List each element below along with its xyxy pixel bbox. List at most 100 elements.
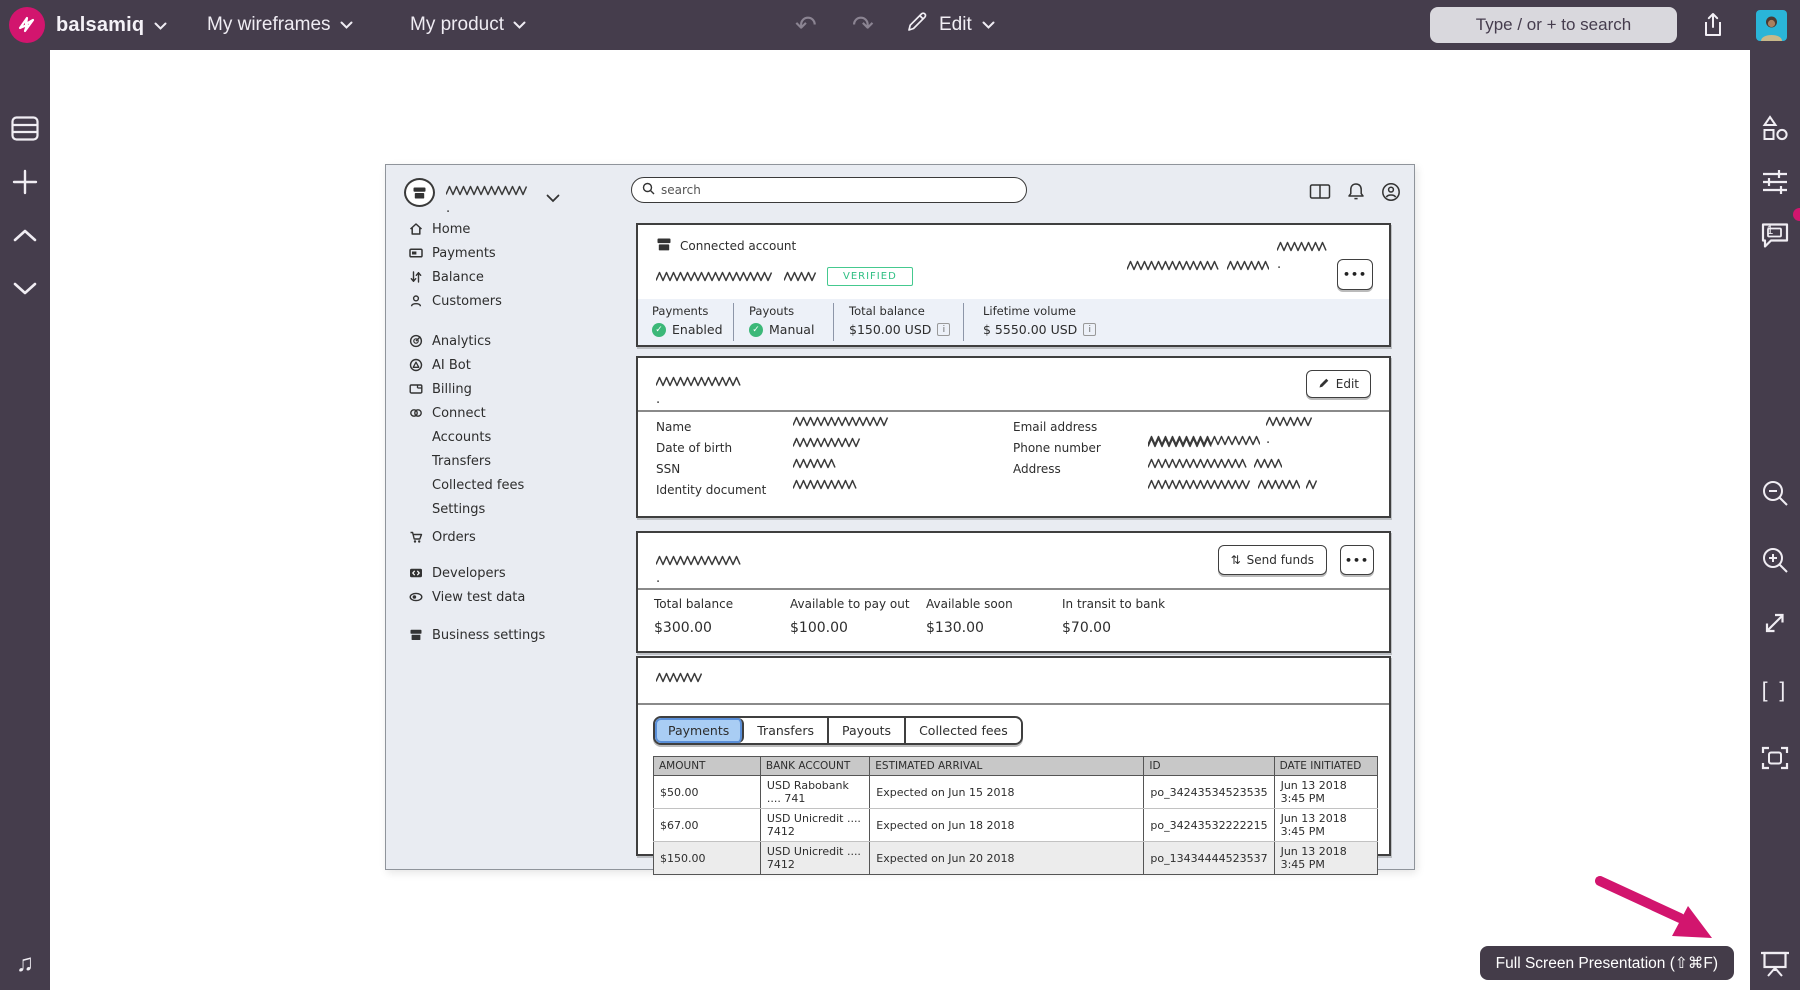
home-icon bbox=[408, 222, 423, 236]
check-icon: ✓ bbox=[652, 322, 666, 337]
more-options-button[interactable]: ••• bbox=[1337, 259, 1373, 290]
wf-nav-home[interactable]: Home bbox=[408, 217, 620, 241]
wf-nav-developers[interactable]: Developers bbox=[408, 561, 620, 585]
code-icon bbox=[408, 566, 423, 580]
share-button[interactable] bbox=[1700, 11, 1726, 44]
search-icon bbox=[642, 182, 655, 198]
presentation-mode-button[interactable] bbox=[1750, 944, 1800, 984]
actual-size-button[interactable]: [ ] bbox=[1750, 671, 1800, 711]
quick-search-input[interactable]: Type / or + to search bbox=[1430, 7, 1677, 43]
placeholder-squiggle bbox=[656, 376, 741, 407]
wf-brand-placeholder bbox=[446, 185, 528, 216]
up-down-arrows-icon: ⇅ bbox=[1230, 553, 1241, 567]
analytics-icon bbox=[408, 334, 423, 348]
wf-nav-analytics[interactable]: Analytics bbox=[408, 329, 620, 353]
wf-tab-collected-fees[interactable]: Collected fees bbox=[906, 718, 1021, 743]
card-icon bbox=[408, 246, 423, 260]
table-header-row: AMOUNT BANK ACCOUNT ESTIMATED ARRIVAL ID… bbox=[653, 756, 1379, 776]
menu-my-product[interactable]: My product bbox=[410, 0, 526, 50]
comment-count-badge: 1 bbox=[1766, 223, 1774, 237]
edit-mode-menu[interactable]: Edit bbox=[905, 0, 995, 50]
wf-tab-bar: Payments Transfers Payouts Collected fee… bbox=[653, 716, 1023, 745]
placeholder-squiggles bbox=[1127, 241, 1327, 272]
redo-button[interactable]: ↷ bbox=[852, 12, 874, 38]
menu-my-wireframes[interactable]: My wireframes bbox=[207, 0, 353, 50]
placeholder-squiggle bbox=[1258, 479, 1300, 491]
zoom-out-button[interactable] bbox=[1750, 473, 1800, 513]
wf-nav-collected-fees[interactable]: Collected fees bbox=[408, 473, 620, 497]
bell-icon[interactable] bbox=[1345, 181, 1367, 207]
wf-nav-billing[interactable]: Billing bbox=[408, 377, 620, 401]
wf-payouts-table: AMOUNT BANK ACCOUNT ESTIMATED ARRIVAL ID… bbox=[653, 756, 1379, 875]
wf-edit-button[interactable]: Edit bbox=[1305, 370, 1371, 398]
user-avatar[interactable] bbox=[1756, 10, 1787, 41]
wf-sidebar-nav: Home Payments Balance Customers Analytic… bbox=[408, 217, 620, 647]
placeholder-squiggle bbox=[784, 271, 817, 283]
wireframe-mockup[interactable]: search Home Payments bbox=[385, 164, 1415, 875]
table-row[interactable]: $50.00 USD Rabobank .... 741 Expected on… bbox=[653, 775, 1379, 809]
undo-icon: ↶ bbox=[795, 10, 817, 40]
wf-nav-view-test-data[interactable]: View test data bbox=[408, 585, 620, 609]
annotation-arrow bbox=[1595, 876, 1712, 938]
billing-icon bbox=[408, 382, 423, 396]
wf-tab-payouts[interactable]: Payouts bbox=[829, 718, 907, 743]
music-icon[interactable]: ♫ bbox=[0, 944, 50, 984]
right-toolbar: 1 [ ] bbox=[1750, 50, 1800, 990]
pencil-icon bbox=[1318, 377, 1330, 392]
more-options-button[interactable]: ••• bbox=[1340, 545, 1374, 575]
wf-nav-connect[interactable]: Connect bbox=[408, 401, 620, 425]
ai-bot-icon bbox=[408, 358, 423, 372]
link-icon bbox=[408, 406, 423, 420]
chevron-down-icon bbox=[340, 14, 353, 36]
placeholder-squiggle bbox=[793, 458, 837, 470]
wf-app-logo-icon bbox=[404, 178, 435, 207]
wf-nav-accounts[interactable]: Accounts bbox=[408, 425, 620, 449]
properties-panel-button[interactable] bbox=[1750, 162, 1800, 202]
zoom-in-button[interactable] bbox=[1750, 540, 1800, 580]
add-page-button[interactable] bbox=[0, 162, 50, 202]
wf-send-funds-button[interactable]: ⇅ Send funds bbox=[1217, 545, 1327, 575]
undo-button[interactable]: ↶ bbox=[795, 12, 817, 38]
comments-panel-button[interactable]: 1 bbox=[1750, 208, 1800, 255]
wf-nav-business-settings[interactable]: Business settings bbox=[408, 623, 620, 647]
wf-tab-transfers[interactable]: Transfers bbox=[744, 718, 830, 743]
balsamiq-logo-icon[interactable] bbox=[9, 7, 45, 43]
brand-menu[interactable]: balsamiq bbox=[56, 0, 167, 50]
account-icon[interactable] bbox=[1380, 181, 1402, 207]
wf-verified-badge: VERIFIED bbox=[827, 267, 913, 286]
wf-nav-transfers[interactable]: Transfers bbox=[408, 449, 620, 473]
chevron-down-icon bbox=[154, 14, 167, 37]
wf-nav-orders[interactable]: Orders bbox=[408, 525, 620, 549]
placeholder-squiggle bbox=[656, 672, 702, 684]
person-icon bbox=[408, 294, 423, 308]
left-toolbar: ♫ bbox=[0, 50, 50, 990]
previous-page-button[interactable] bbox=[0, 215, 50, 255]
docs-book-icon[interactable] bbox=[1308, 181, 1332, 207]
ui-library-button[interactable] bbox=[1750, 108, 1800, 148]
brand-label: balsamiq bbox=[56, 13, 145, 36]
placeholder-squiggle bbox=[793, 437, 861, 449]
info-icon[interactable]: i bbox=[937, 323, 951, 336]
placeholder-squiggle bbox=[446, 185, 528, 216]
next-page-button[interactable] bbox=[0, 268, 50, 308]
wf-nav-balance[interactable]: Balance bbox=[408, 265, 620, 289]
wf-nav-settings[interactable]: Settings bbox=[408, 497, 620, 521]
wf-tab-payments[interactable]: Payments bbox=[655, 718, 745, 743]
divider bbox=[638, 703, 1389, 705]
box-icon bbox=[656, 237, 672, 255]
wf-nav-payments[interactable]: Payments bbox=[408, 241, 620, 265]
check-icon: ✓ bbox=[749, 322, 763, 337]
info-icon[interactable]: i bbox=[1083, 323, 1097, 336]
table-row[interactable]: $67.00 USD Unicredit .... 7412 Expected … bbox=[653, 808, 1379, 842]
pages-panel-button[interactable] bbox=[0, 108, 50, 148]
wf-nav-customers[interactable]: Customers bbox=[408, 289, 620, 313]
notification-dot bbox=[1793, 208, 1800, 221]
table-row[interactable]: $150.00 USD Unicredit .... 7412 Expected… bbox=[653, 841, 1379, 875]
zoom-to-fit-button[interactable] bbox=[1750, 603, 1800, 643]
cart-icon bbox=[408, 530, 423, 544]
focus-frame-button[interactable] bbox=[1750, 738, 1800, 778]
placeholder-squiggle bbox=[656, 555, 741, 586]
wf-search-input[interactable]: search bbox=[631, 177, 1027, 203]
placeholder-squiggle bbox=[656, 271, 774, 283]
wf-nav-ai-bot[interactable]: AI Bot bbox=[408, 353, 620, 377]
